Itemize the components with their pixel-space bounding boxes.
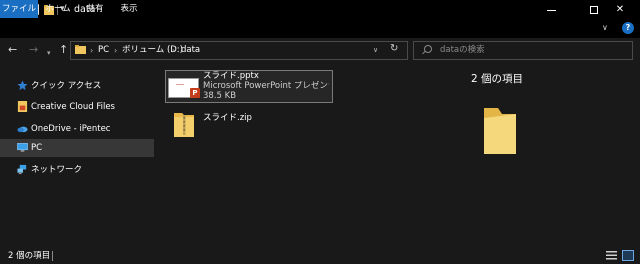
maximize-button[interactable]: [590, 6, 598, 14]
expand-ribbon-icon[interactable]: ∨: [602, 23, 608, 32]
sidebar-item-quick-access[interactable]: クイック アクセス: [0, 77, 154, 95]
help-icon[interactable]: ?: [622, 22, 634, 34]
tab-view[interactable]: 表示: [114, 0, 144, 18]
breadcrumb-data[interactable]: data: [181, 45, 200, 56]
zip-folder-icon: [174, 113, 194, 137]
search-icon: [424, 45, 432, 53]
breadcrumb-separator: ›: [114, 46, 118, 55]
back-button[interactable]: ←: [8, 43, 17, 57]
network-icon: [17, 164, 27, 175]
creative-cloud-icon: [17, 101, 28, 112]
status-separator: [52, 251, 53, 261]
pc-icon: [17, 143, 28, 152]
refresh-button[interactable]: ↻: [390, 43, 398, 54]
sidebar-item-label: クイック アクセス: [31, 81, 102, 91]
sidebar-item-network[interactable]: ネットワーク: [0, 161, 154, 179]
address-history-icon[interactable]: ∨: [373, 46, 378, 54]
powerpoint-file-icon: P: [190, 88, 200, 98]
breadcrumb-pc[interactable]: PC: [98, 45, 109, 56]
tab-file[interactable]: ファイル: [0, 0, 38, 18]
breadcrumb-separator: ›: [90, 46, 94, 55]
ribbon: [0, 20, 640, 38]
thumbnail-text: [176, 84, 184, 85]
breadcrumb-separator: ›: [172, 46, 176, 55]
file-name: スライド.zip: [203, 113, 252, 123]
tab-home[interactable]: ホーム: [40, 0, 76, 18]
recent-locations-icon[interactable]: ▾: [47, 46, 51, 60]
sidebar-item-label: ネットワーク: [31, 165, 83, 175]
sidebar-item-onedrive[interactable]: OneDrive - iPentec: [0, 120, 154, 138]
sidebar-item-label: OneDrive - iPentec: [31, 124, 111, 134]
file-size: 38.5 KB: [203, 91, 237, 101]
sidebar-item-label: Creative Cloud Files: [31, 102, 115, 112]
cloud-icon: [17, 126, 28, 133]
search-input[interactable]: dataの検索: [440, 45, 485, 56]
close-button[interactable]: ✕: [600, 0, 640, 20]
preview-title: 2 個の項目: [471, 73, 524, 85]
sidebar-item-label: PC: [31, 143, 43, 153]
large-icons-view-icon[interactable]: [622, 250, 634, 261]
folder-icon: [484, 108, 516, 154]
sidebar-item-creative-cloud[interactable]: Creative Cloud Files: [0, 98, 154, 116]
star-icon: [17, 80, 28, 91]
status-item-count: 2 個の項目: [8, 251, 51, 261]
address-bar[interactable]: [70, 41, 408, 60]
status-bar: [0, 246, 640, 264]
folder-icon: [75, 45, 86, 54]
minimize-button[interactable]: [547, 10, 556, 11]
navigation-pane: クイック アクセス Creative Cloud Files OneDrive …: [0, 64, 154, 244]
forward-button[interactable]: →: [29, 43, 38, 57]
tab-share[interactable]: 共有: [80, 0, 110, 18]
details-view-icon[interactable]: [606, 251, 617, 260]
sidebar-item-pc[interactable]: PC: [0, 139, 154, 157]
up-button[interactable]: ↑: [59, 43, 68, 57]
